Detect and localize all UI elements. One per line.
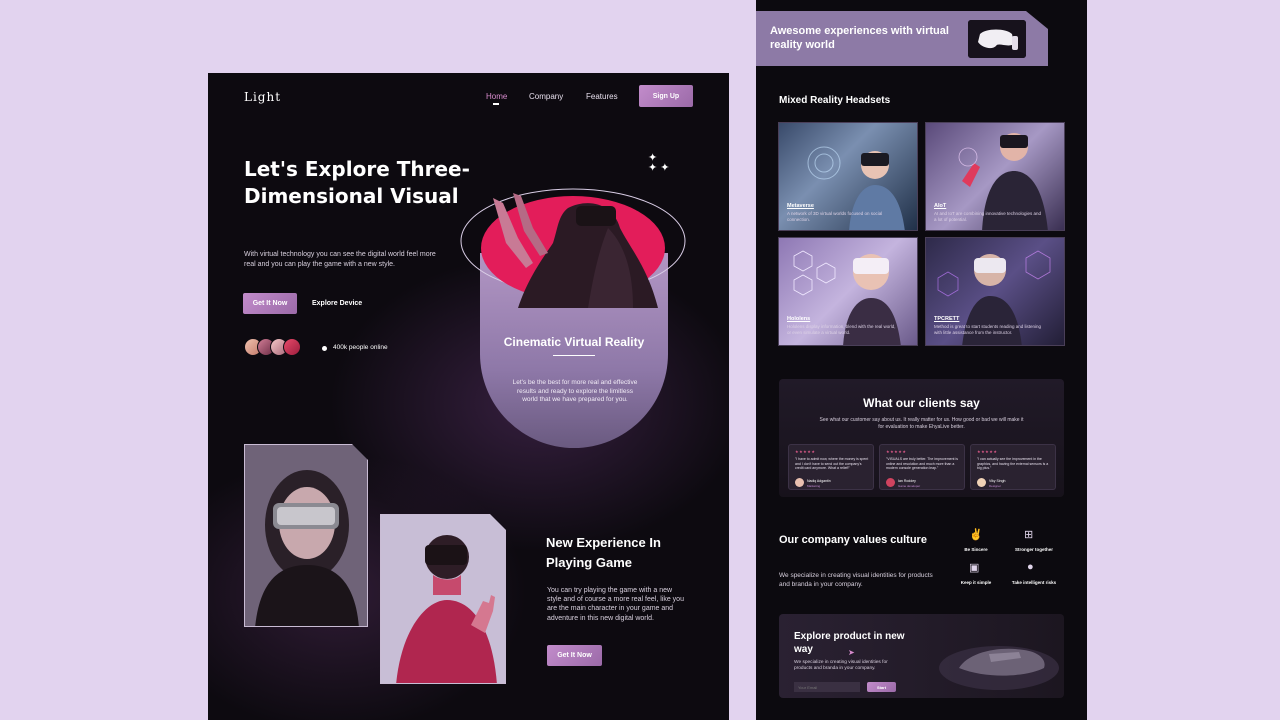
- card-label: TPCRETT: [934, 316, 960, 322]
- avatar: [886, 478, 895, 487]
- headsets-title: Mixed Reality Headsets: [779, 95, 891, 106]
- online-count: 400k people online: [333, 344, 388, 351]
- testimonial-name: Ian Roddey: [898, 479, 916, 483]
- divider: [553, 355, 595, 356]
- arrow-icon: ➤: [848, 648, 855, 657]
- values-title: Our company values culture: [779, 534, 927, 546]
- card-tpcrett[interactable]: TPCRETT Method is great to start student…: [925, 237, 1065, 346]
- rating-stars: ★★★★★: [886, 449, 907, 454]
- nav-company[interactable]: Company: [529, 92, 563, 101]
- explore-device-link[interactable]: Explore Device: [312, 300, 362, 307]
- value-label: Take intelligent risks: [1011, 580, 1057, 585]
- card-label: AIoT: [934, 203, 947, 209]
- nav-home[interactable]: Home: [486, 92, 507, 101]
- testimonial-name: Viky Singh: [989, 479, 1006, 483]
- banner-vr-image: [968, 20, 1026, 58]
- handshake-icon: ⊞: [1024, 529, 1034, 541]
- testimonial-card: ★★★★★ "I can actually see the improvemen…: [970, 444, 1056, 490]
- testimonials-title: What our clients say: [863, 396, 980, 410]
- get-it-now-button[interactable]: Get It Now: [243, 293, 297, 314]
- testimonial-text: "I can actually see the improvement in t…: [977, 457, 1049, 471]
- cinematic-title: Cinematic Virtual Reality: [503, 335, 645, 349]
- testimonial-role: Marketing: [807, 484, 821, 488]
- man-vr-photo: [381, 515, 505, 683]
- frame-icon: ▣: [969, 562, 980, 574]
- avatar: [977, 478, 986, 487]
- banner-title: Awesome experiences with virtual reality…: [770, 25, 949, 51]
- card-description: AI and IoT are combining innovative tech…: [934, 211, 1041, 222]
- value-label: Be Sincere: [964, 547, 988, 552]
- vr-hand-image: [939, 646, 1059, 690]
- testimonial-text: "VISUALS are truly better. The improveme…: [886, 457, 958, 471]
- sparkle-icon: ✦ ✦ ✦: [648, 152, 670, 174]
- game-section-description: You can try playing the game with a new …: [547, 587, 684, 622]
- hero-description: With virtual technology you can see the …: [244, 251, 436, 268]
- email-input[interactable]: [794, 682, 860, 692]
- landing-page-right: Awesome experiences with virtual reality…: [756, 0, 1087, 720]
- testimonial-name: Nadiq Adgantin: [807, 479, 831, 483]
- landing-page-left: Light Home Company Features Sign Up Let'…: [208, 73, 729, 720]
- nav-features[interactable]: Features: [586, 92, 618, 101]
- card-description: A network of 3D virtual worlds focused o…: [787, 211, 883, 222]
- peace-hand-icon: ✌: [969, 529, 983, 541]
- hero-title: Let's Explore Three-Dimensional Visual: [244, 157, 470, 208]
- nav-active-indicator: [493, 103, 499, 105]
- logo[interactable]: Light: [244, 90, 281, 104]
- values-description: We specialize in creating visual identit…: [779, 572, 933, 588]
- explore-title: Explore product in new way: [794, 631, 905, 655]
- card-label: Hololens: [787, 316, 811, 322]
- rating-stars: ★★★★★: [795, 449, 816, 454]
- signup-button[interactable]: Sign Up: [639, 85, 693, 107]
- testimonials-subtitle: See what our customer say about us. It r…: [819, 417, 1024, 430]
- card-hololens[interactable]: Hololens Hololens display information, b…: [778, 237, 918, 346]
- card-aiot[interactable]: AIoT AI and IoT are combining innovative…: [925, 122, 1065, 231]
- avatar: [795, 478, 804, 487]
- testimonial-role: Designer: [989, 484, 1002, 488]
- vr-gamer-photo: [380, 514, 506, 684]
- testimonial-card: ★★★★★ "I have to admit now, where the mo…: [788, 444, 874, 490]
- online-avatars: [244, 338, 301, 356]
- vr-headset-image: [968, 20, 1026, 58]
- testimonial-role: Game developer: [898, 484, 921, 488]
- game-section-title: New Experience In Playing Game: [546, 535, 661, 570]
- start-button[interactable]: Start: [867, 682, 896, 692]
- testimonial-card: ★★★★★ "VISUALS are truly better. The imp…: [879, 444, 965, 490]
- card-label: Metaverse: [787, 203, 814, 209]
- cinematic-description: Let's be the best for more real and effe…: [512, 379, 638, 403]
- card-description: Method is great to start students readin…: [934, 324, 1042, 335]
- lightbulb-icon: ●: [1027, 561, 1034, 573]
- card-description: Hololens display information, blend with…: [787, 324, 896, 335]
- explore-description: We specialize in creating visual identit…: [794, 660, 888, 671]
- value-label: Keep it simple: [960, 580, 992, 585]
- testimonial-text: "I have to admit now, where the money is…: [795, 457, 869, 471]
- vr-glasses-photo: [244, 444, 368, 627]
- rating-stars: ★★★★★: [977, 449, 998, 454]
- game-get-it-now-button[interactable]: Get It Now: [547, 645, 602, 666]
- value-label: Stronger together: [1014, 547, 1053, 552]
- woman-vr-photo: [245, 445, 367, 626]
- online-status-dot: [322, 346, 327, 351]
- vr-hero-illustration: [460, 188, 686, 308]
- card-metaverse[interactable]: Metaverse A network of 3D virtual worlds…: [778, 122, 918, 231]
- avatar: [283, 338, 301, 356]
